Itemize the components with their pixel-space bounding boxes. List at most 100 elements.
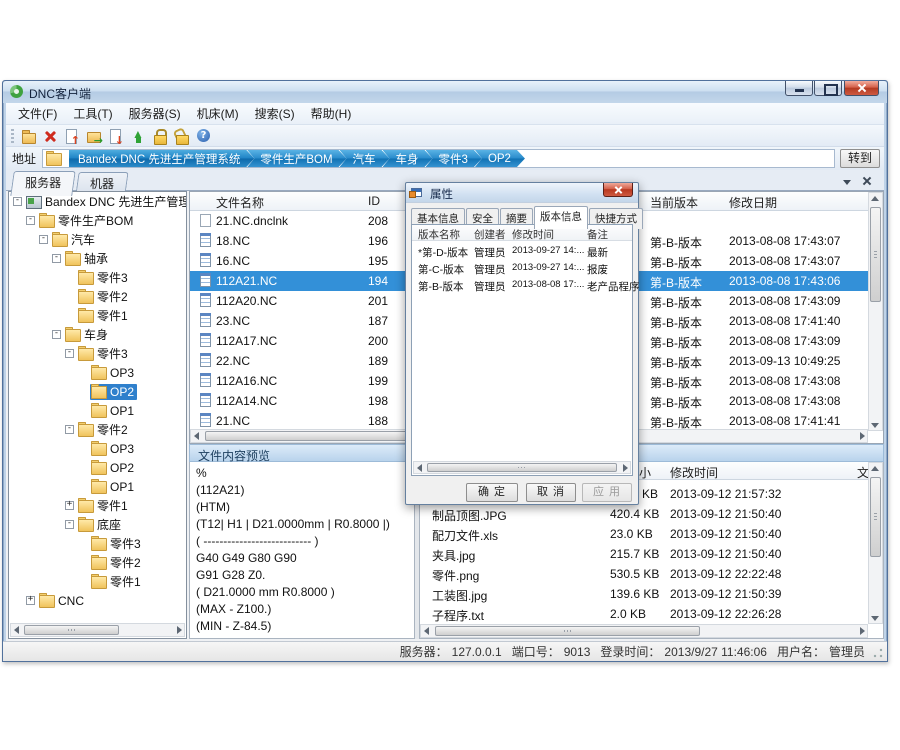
version-row[interactable]: 第-B-版本 管理员 2013-08-08 17:... 老产品程序	[412, 277, 632, 294]
attachment-row[interactable]: 子程序.txt 2.0 KB 2013-09-12 22:26:28	[420, 604, 868, 624]
tree-item[interactable]: 底座	[9, 515, 186, 534]
move-up-button[interactable]	[128, 126, 148, 146]
column-header-note[interactable]: 备注	[587, 227, 608, 242]
scroll-down-icon[interactable]	[869, 611, 881, 623]
column-header-creator[interactable]: 创建者	[474, 227, 506, 242]
go-button[interactable]: 转到	[840, 149, 880, 168]
tree-item[interactable]: 零件3	[9, 344, 186, 363]
tree-item[interactable]: 轴承	[9, 249, 186, 268]
close-pane-icon[interactable]	[861, 175, 874, 188]
cancel-button[interactable]: 取 消	[526, 483, 576, 502]
breadcrumb-segment[interactable]: 车身	[383, 150, 433, 167]
attachments-h-scrollbar[interactable]	[420, 624, 868, 638]
scroll-left-icon[interactable]	[414, 462, 426, 474]
address-field[interactable]: Bandex DNC 先进生产管理系统零件生产BOM汽车车身零件3OP2	[42, 149, 835, 168]
breadcrumb-segment[interactable]: OP2	[475, 150, 525, 167]
column-header-version-name[interactable]: 版本名称	[418, 227, 460, 242]
breadcrumb-segment[interactable]: 汽车	[340, 150, 390, 167]
menu-item[interactable]: 搜索(S)	[247, 103, 303, 124]
scroll-thumb[interactable]	[24, 625, 119, 635]
menu-item[interactable]: 帮助(H)	[303, 103, 360, 124]
scroll-thumb[interactable]	[870, 207, 881, 302]
tree-expander[interactable]	[26, 596, 35, 605]
breadcrumb-segment[interactable]: 零件3	[426, 150, 482, 167]
dialog-title-bar[interactable]: 属性	[406, 183, 638, 203]
tree-item[interactable]: OP3	[9, 363, 186, 382]
scroll-up-icon[interactable]	[869, 193, 881, 205]
tree-expander[interactable]	[65, 520, 74, 529]
column-header-id[interactable]: ID	[368, 194, 380, 208]
tree-item[interactable]: 零件2	[9, 287, 186, 306]
menu-item[interactable]: 服务器(S)	[121, 103, 189, 124]
scroll-down-icon[interactable]	[869, 418, 881, 430]
unlock-button[interactable]	[172, 126, 192, 146]
tree-item[interactable]: OP1	[9, 477, 186, 496]
file-list-v-scrollbar[interactable]	[868, 192, 883, 431]
column-header-name[interactable]: 文件名称	[216, 194, 264, 211]
scroll-thumb[interactable]	[435, 626, 700, 636]
upload-file-button[interactable]	[62, 126, 82, 146]
scroll-right-icon[interactable]	[855, 625, 867, 637]
tree-expander[interactable]	[13, 197, 22, 206]
tree-expander[interactable]	[52, 330, 61, 339]
tree-item[interactable]: 零件3	[9, 268, 186, 287]
column-header-mtime[interactable]: 修改时间	[512, 227, 554, 242]
tree-item[interactable]: 零件3	[9, 534, 186, 553]
tree-item[interactable]: 零件1	[9, 306, 186, 325]
scroll-right-icon[interactable]	[855, 430, 867, 442]
tree-item[interactable]: 零件1	[9, 496, 186, 515]
scroll-thumb[interactable]	[870, 477, 881, 557]
column-header-mdate[interactable]: 修改日期	[729, 194, 777, 211]
tree-item[interactable]: CNC	[9, 591, 186, 610]
tree-item[interactable]: 零件生产BOM	[9, 211, 186, 230]
attachment-row[interactable]: 夹具.jpg 215.7 KB 2013-09-12 21:50:40	[420, 544, 868, 564]
minimize-button[interactable]	[785, 81, 813, 96]
lock-button[interactable]	[150, 126, 170, 146]
breadcrumb-segment[interactable]: 零件生产BOM	[247, 150, 346, 167]
version-row[interactable]: *第-D-版本 管理员 2013-09-27 14:... 最新	[412, 243, 632, 260]
tree-item[interactable]: 车身	[9, 325, 186, 344]
version-row[interactable]: 第-C-版本 管理员 2013-09-27 14:... 报废	[412, 260, 632, 277]
new-folder-button[interactable]	[18, 126, 38, 146]
tree-expander[interactable]	[65, 425, 74, 434]
tree-expander[interactable]	[39, 235, 48, 244]
maximize-button[interactable]	[814, 81, 842, 96]
attachment-row[interactable]: 制品顶图.JPG 420.4 KB 2013-09-12 21:50:40	[420, 504, 868, 524]
resize-grip[interactable]	[873, 648, 883, 658]
scroll-left-icon[interactable]	[11, 624, 23, 636]
file-content-preview[interactable]: %(112A21)(HTM)(T12| H1 | D21.0000mm | R0…	[189, 462, 415, 639]
scroll-right-icon[interactable]	[172, 624, 184, 636]
menu-item[interactable]: 工具(T)	[65, 103, 120, 124]
breadcrumb-segment[interactable]: Bandex DNC 先进生产管理系统	[69, 150, 254, 167]
scroll-thumb[interactable]	[427, 463, 617, 472]
dialog-tab[interactable]: 版本信息	[534, 206, 588, 229]
version-list-header[interactable]: 版本名称 创建者 修改时间 备注	[412, 225, 632, 241]
chevron-down-icon[interactable]	[841, 175, 854, 188]
tree-item[interactable]: 零件2	[9, 553, 186, 572]
tree-expander[interactable]	[26, 216, 35, 225]
scroll-left-icon[interactable]	[421, 625, 433, 637]
tree-item[interactable]: OP1	[9, 401, 186, 420]
tree-h-scrollbar[interactable]	[10, 623, 185, 637]
dialog-close-button[interactable]	[603, 183, 633, 197]
scroll-left-icon[interactable]	[191, 430, 203, 442]
tree-expander[interactable]	[65, 349, 74, 358]
send-folder-button[interactable]	[84, 126, 104, 146]
delete-button[interactable]	[40, 126, 60, 146]
attachment-row[interactable]: 工装图.jpg 139.6 KB 2013-09-12 21:50:39	[420, 584, 868, 604]
ok-button[interactable]: 确 定	[466, 483, 518, 502]
column-header-version[interactable]: 当前版本	[650, 194, 698, 211]
help-button[interactable]	[194, 126, 214, 146]
tree-item[interactable]: 零件1	[9, 572, 186, 591]
column-header-mtime[interactable]: 修改时间	[670, 464, 718, 481]
attachment-row[interactable]: 零件.png 530.5 KB 2013-09-12 22:22:48	[420, 564, 868, 584]
tree-expander[interactable]	[65, 501, 74, 510]
menu-item[interactable]: 机床(M)	[189, 103, 247, 124]
scroll-up-icon[interactable]	[869, 463, 881, 475]
attachments-v-scrollbar[interactable]	[868, 462, 883, 624]
attachment-row[interactable]: 配刀文件.xls 23.0 KB 2013-09-12 21:50:40	[420, 524, 868, 544]
dialog-h-scrollbar[interactable]	[413, 461, 631, 474]
menu-item[interactable]: 文件(F)	[10, 103, 65, 124]
close-button[interactable]	[844, 81, 879, 96]
dock-tab[interactable]: 服务器	[10, 171, 76, 196]
